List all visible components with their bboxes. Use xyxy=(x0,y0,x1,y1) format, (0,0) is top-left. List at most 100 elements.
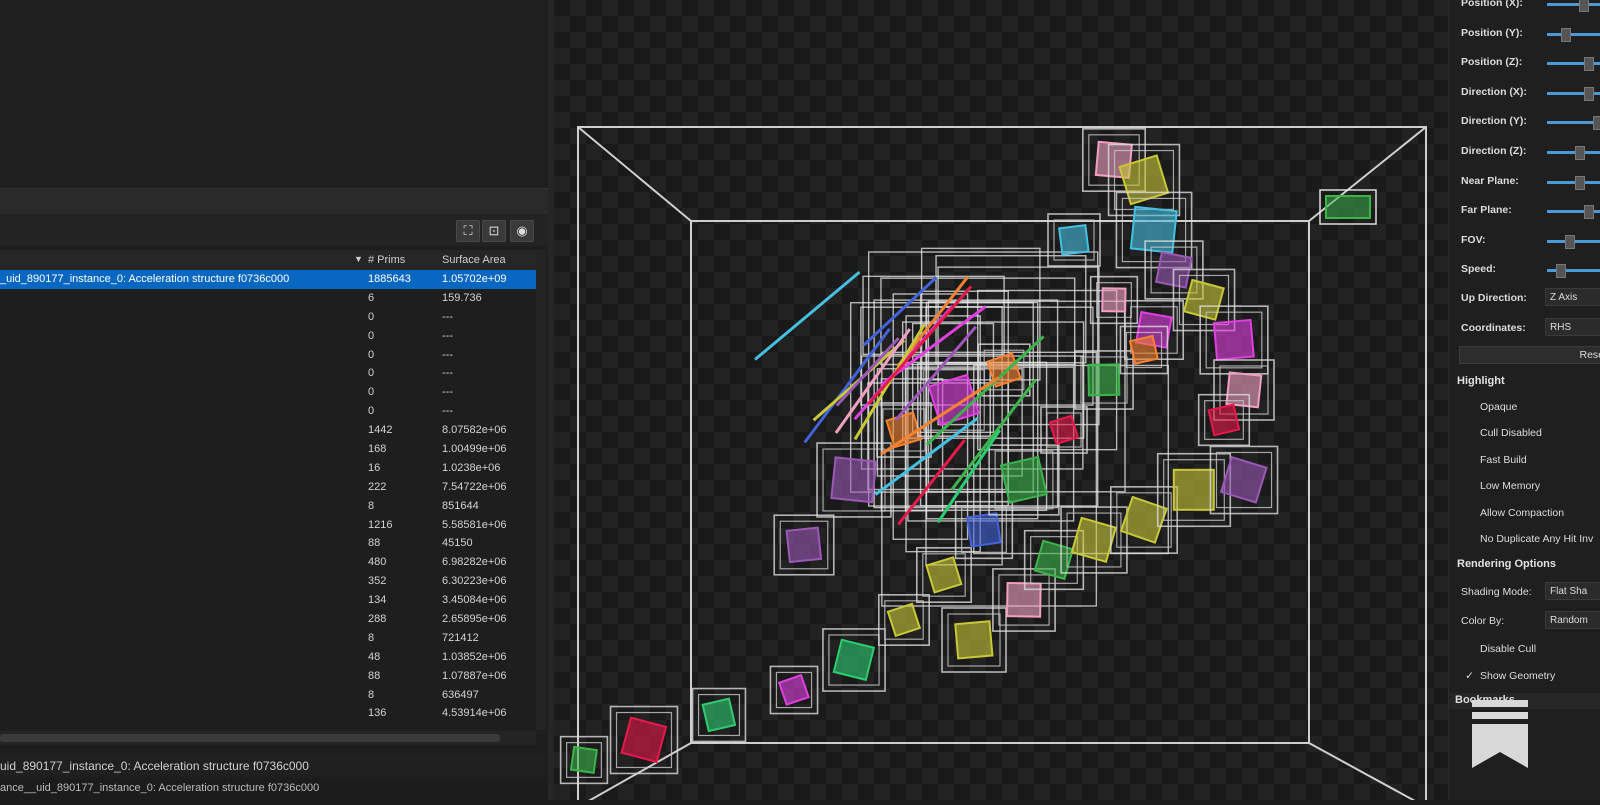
row-surface-area: 1.07887e+06 xyxy=(442,669,507,682)
row-prims: 0 xyxy=(368,310,375,323)
table-row[interactable]: 0 --- xyxy=(0,327,536,346)
table-row[interactable]: 8 721412 xyxy=(0,629,536,648)
bvh-node-box xyxy=(832,638,876,682)
camera-prop-label: Position (Y): xyxy=(1461,26,1523,39)
row-name: _uid_890177_instance_0: Acceleration str… xyxy=(0,273,290,285)
table-row[interactable]: 88 45150 xyxy=(0,534,536,553)
render-checkbox[interactable]: Disable Cull xyxy=(1465,643,1536,655)
row-prims: 1885643 xyxy=(368,273,411,285)
table-row[interactable]: 0 --- xyxy=(0,402,536,421)
highlight-checkbox[interactable]: No Duplicate Any Hit Inv xyxy=(1465,533,1593,545)
table-row[interactable]: 8 851644 xyxy=(0,497,536,516)
reset-button[interactable]: Rese xyxy=(1459,346,1600,364)
table-row[interactable]: 288 2.65895e+06 xyxy=(0,610,536,629)
path-status-text: ance__uid_890177_instance_0: Acceleratio… xyxy=(0,782,320,794)
table-row[interactable]: 1216 5.58581e+06 xyxy=(0,516,536,535)
bvh-3d-viewport[interactable] xyxy=(554,0,1448,805)
row-prims: 0 xyxy=(368,386,375,399)
collapse-icon[interactable]: ⊡ xyxy=(482,220,506,242)
row-surface-area: 1.00499e+06 xyxy=(442,443,507,456)
row-surface-area: 7.54722e+06 xyxy=(442,480,507,493)
camera-prop-slider[interactable] xyxy=(1547,264,1600,279)
slider-handle[interactable] xyxy=(1565,234,1575,249)
table-row[interactable]: 8 636497 xyxy=(0,686,536,705)
row-surface-area: --- xyxy=(442,386,453,399)
slider-handle[interactable] xyxy=(1584,86,1594,101)
camera-prop-slider[interactable] xyxy=(1547,0,1600,12)
table-row[interactable]: 480 6.98282e+06 xyxy=(0,553,536,572)
slider-handle[interactable] xyxy=(1575,175,1585,190)
camera-prop-slider[interactable] xyxy=(1547,205,1600,220)
row-prims: 352 xyxy=(368,575,387,588)
checkbox-label: Show Geometry xyxy=(1480,670,1556,682)
camera-prop-slider[interactable] xyxy=(1547,116,1600,131)
slider-handle[interactable] xyxy=(1584,205,1594,220)
camera-prop-slider[interactable] xyxy=(1547,57,1600,72)
scroll-thumb[interactable] xyxy=(0,734,500,742)
up-direction-select[interactable]: Z Axis xyxy=(1545,288,1600,306)
camera-prop-slider[interactable] xyxy=(1547,234,1600,249)
expand-icon[interactable]: ⛶ xyxy=(456,220,480,242)
table-row[interactable]: _uid_890177_instance_0: Acceleration str… xyxy=(0,270,536,289)
camera-prop-slider[interactable] xyxy=(1547,86,1600,101)
coordinates-select[interactable]: RHS xyxy=(1545,318,1600,336)
bvh-node-box xyxy=(1005,581,1042,618)
row-prims: 0 xyxy=(368,329,375,342)
highlight-checkbox[interactable]: Cull Disabled xyxy=(1465,427,1542,439)
camera-prop-slider[interactable] xyxy=(1547,175,1600,190)
row-surface-area: 1.0238e+06 xyxy=(442,461,501,474)
table-row[interactable]: 0 --- xyxy=(0,383,536,402)
slider-handle[interactable] xyxy=(1584,57,1594,72)
sort-arrow-icon[interactable]: ▼ xyxy=(354,254,363,264)
checkbox-icon[interactable]: ✓ xyxy=(1465,670,1474,682)
table-row[interactable]: 0 --- xyxy=(0,308,536,327)
camera-prop-slider[interactable] xyxy=(1547,27,1600,42)
table-row[interactable]: 1442 8.07582e+06 xyxy=(0,421,536,440)
table-row[interactable]: 6 159.736 xyxy=(0,289,536,308)
shading-mode-select[interactable]: Flat Sha xyxy=(1545,582,1600,600)
column-prims[interactable]: # Prims xyxy=(368,254,405,266)
slider-handle[interactable] xyxy=(1579,0,1589,12)
camera-prop-label: Speed: xyxy=(1461,263,1497,276)
highlight-checkbox[interactable]: Fast Build xyxy=(1465,454,1527,466)
camera-prop-label: Far Plane: xyxy=(1461,204,1512,217)
table-header: ▼ # Prims Surface Area xyxy=(0,250,536,270)
eye-icon[interactable]: ◉ xyxy=(510,220,534,242)
bvh-node-boxes xyxy=(559,128,1377,785)
slider-handle[interactable] xyxy=(1575,146,1585,160)
checkbox-label: No Duplicate Any Hit Inv xyxy=(1480,533,1594,545)
bvh-node-box xyxy=(1070,516,1118,564)
color-by-select[interactable]: Random xyxy=(1545,611,1600,629)
table-row[interactable]: 168 1.00499e+06 xyxy=(0,440,536,459)
bvh-node-box xyxy=(1119,495,1168,544)
panel-header-strip xyxy=(0,188,548,215)
camera-prop-label: Direction (Z): xyxy=(1461,145,1527,157)
slider-handle[interactable] xyxy=(1561,27,1571,42)
table-row[interactable]: 88 1.07887e+06 xyxy=(0,667,536,686)
row-surface-area: --- xyxy=(442,310,453,323)
slider-handle[interactable] xyxy=(1593,116,1600,131)
bvh-node-box xyxy=(620,716,668,764)
bvh-node-box xyxy=(1212,318,1255,361)
table-row[interactable]: 0 --- xyxy=(0,364,536,383)
highlight-checkbox[interactable]: Low Memory xyxy=(1465,480,1540,492)
table-row[interactable]: 352 6.30223e+06 xyxy=(0,572,536,591)
table-row[interactable]: 134 3.45084e+06 xyxy=(0,591,536,610)
camera-prop-slider[interactable] xyxy=(1547,146,1600,160)
highlight-checkbox[interactable]: Allow Compaction xyxy=(1465,507,1564,519)
table-row[interactable]: 48 1.03852e+06 xyxy=(0,648,536,667)
checkbox-label: Allow Compaction xyxy=(1480,506,1565,519)
table-vertical-scrollbar[interactable] xyxy=(536,250,546,730)
table-row[interactable]: 16 1.0238e+06 xyxy=(0,459,536,478)
bvh-node-box xyxy=(966,512,1002,548)
table-row[interactable]: 136 4.53914e+06 xyxy=(0,704,536,723)
table-row[interactable]: 0 --- xyxy=(0,346,536,365)
column-surface-area[interactable]: Surface Area xyxy=(442,254,506,266)
slider-handle[interactable] xyxy=(1556,264,1566,279)
render-checkbox[interactable]: ✓ Show Geometry xyxy=(1465,670,1555,682)
row-prims: 0 xyxy=(368,348,375,361)
highlight-checkbox[interactable]: Opaque xyxy=(1465,401,1517,413)
bookmark-icon[interactable] xyxy=(1472,700,1528,773)
table-row[interactable]: 222 7.54722e+06 xyxy=(0,478,536,497)
table-horizontal-scrollbar[interactable] xyxy=(0,731,536,745)
